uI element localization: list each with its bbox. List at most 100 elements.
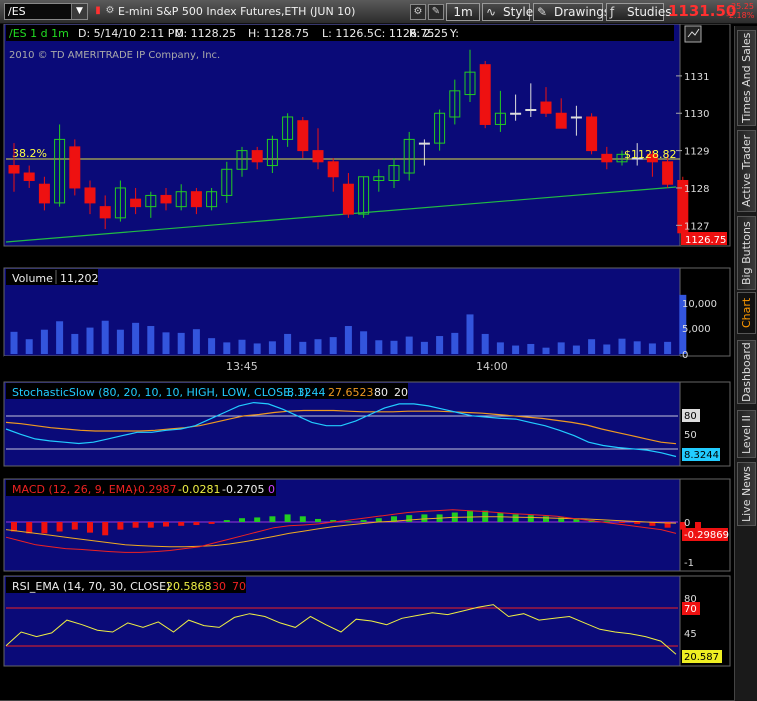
top-toolbar: /ES ▼ ▮ ⚙ E-mini S&P 500 Index Futures,E… [0, 0, 757, 24]
settings-icon[interactable]: ⚙ [104, 4, 116, 20]
volume-bar [162, 332, 170, 354]
candle-body [38, 183, 50, 204]
macd-tick-neg1: -1 [684, 558, 694, 569]
rsi-v2: 30 [212, 580, 226, 593]
change-pct: -2.18% [726, 11, 755, 20]
studies-button[interactable]: ƒ Studies [606, 3, 672, 21]
drawings-button[interactable]: ✎ Drawings [533, 3, 610, 21]
volume-bar [284, 333, 292, 354]
macd-hist-bar [315, 518, 321, 522]
macd-hist-bar [71, 522, 78, 530]
tab-chart[interactable]: Chart [737, 292, 756, 334]
rsi-tick-45: 45 [684, 629, 697, 640]
flag-icon[interactable]: ▮ [92, 4, 104, 20]
volume-bar [390, 340, 398, 354]
chevron-down-icon[interactable]: ▼ [71, 4, 87, 19]
price-panel: /ES 1 d 1m D: 5/14/10 2:11 PM O: 1128.25… [3, 24, 731, 247]
macd-hist-bar [269, 516, 276, 522]
macd-hist-bar [147, 522, 154, 528]
macd-v2: -0.0281 [178, 483, 220, 496]
volume-bar [208, 338, 216, 354]
tab-big-buttons[interactable]: Big Buttons [737, 216, 756, 290]
volume-bar [527, 343, 535, 354]
chart-settings-icon[interactable] [684, 25, 702, 43]
wrench-icon[interactable]: ✎ [428, 4, 444, 20]
sidebar: Times And Sales Active Trader Big Button… [734, 26, 757, 701]
change-abs: 25.25 [731, 2, 754, 11]
price-header-y: Y: [449, 27, 459, 40]
candle-body [160, 194, 172, 204]
macd-hist-bar [193, 522, 200, 526]
volume-bar [177, 332, 185, 354]
macd-hist-bar [345, 521, 352, 523]
candle-body [99, 206, 111, 219]
volume-bar [10, 331, 18, 354]
macd-hist-bar [284, 514, 291, 522]
vol-tick-0: 0 [682, 350, 688, 361]
volume-bar [56, 321, 64, 354]
drawings-label: Drawings [554, 5, 611, 19]
style-label: Style [503, 5, 534, 19]
volume-bar [101, 320, 109, 354]
macd-hist-bar [87, 522, 93, 533]
stoch-v2: 27.6523 [328, 386, 374, 399]
volume-bar [238, 339, 246, 354]
rsi-title: RSI_EMA (14, 70, 30, CLOSE) [12, 580, 170, 593]
candle-body [327, 161, 339, 178]
time-label-1400: 14:00 [476, 360, 508, 373]
link-icon[interactable]: ⚙ [410, 4, 426, 20]
volume-bar [344, 326, 352, 354]
chart-svg[interactable]: /ES 1 d 1m D: 5/14/10 2:11 PM O: 1128.25… [0, 24, 734, 701]
candle-body [570, 116, 582, 119]
candle-body [69, 146, 81, 189]
macd-hist-bar [26, 522, 33, 534]
tab-times-and-sales[interactable]: Times And Sales [737, 30, 756, 126]
price-tick-label: 1130 [684, 109, 709, 120]
symbol-selector[interactable]: /ES ▼ [4, 3, 88, 20]
volume-bar [86, 327, 94, 354]
price-tick-label: 1129 [684, 147, 709, 158]
macd-hist-bar [634, 522, 641, 524]
volume-bar [268, 341, 276, 354]
stochastic-panel: StochasticSlow (80, 20, 10, 10, HIGH, LO… [3, 381, 731, 467]
price-header-symbol: /ES 1 d 1m [9, 27, 69, 40]
candle-body [601, 153, 613, 163]
macd-panel: MACD (12, 26, 9, EMA) -0.2987 -0.0281 -0… [3, 478, 731, 572]
price-tick-label: 1128 [684, 184, 709, 195]
candle-body [130, 198, 142, 208]
tab-dashboard[interactable]: Dashboard [737, 340, 756, 404]
style-button[interactable]: ∿ Style [482, 3, 534, 21]
macd-hist-bar [117, 522, 124, 530]
macd-hist-bar [56, 522, 63, 532]
candle-body [540, 101, 552, 114]
volume-bar [116, 329, 124, 354]
macd-hist-bar [132, 522, 139, 528]
tab-live-news[interactable]: Live News [737, 462, 756, 526]
candle-body [510, 112, 522, 115]
macd-hist-bar [421, 514, 428, 522]
price-header-date: D: 5/14/10 2:11 PM [78, 27, 184, 40]
volume-bar [633, 341, 641, 354]
volume-bar [618, 338, 626, 354]
studies-label: Studies [627, 5, 672, 19]
timeframe-button[interactable]: 1m [446, 3, 480, 21]
chart-area[interactable]: /ES 1 d 1m D: 5/14/10 2:11 PM O: 1128.25… [0, 24, 734, 701]
vol-tick-5000: 5,000 [682, 324, 711, 335]
volume-bar [329, 337, 337, 354]
time-label-1345: 13:45 [226, 360, 258, 373]
pencil-icon: ✎ [537, 5, 548, 19]
candle-body [586, 116, 598, 152]
volume-panel: Volume 11,202 10,000 5,000 0 [3, 267, 731, 361]
tab-level-ii[interactable]: Level II [737, 410, 756, 458]
last-price-tag-text: 1126.75 [685, 235, 726, 246]
tab-active-trader[interactable]: Active Trader [737, 130, 756, 212]
macd-hist-bar [254, 517, 261, 522]
macd-hist-bar [239, 518, 245, 522]
fib-label: 38.2% [12, 147, 47, 160]
price-marker-label: $1128.82 [624, 148, 677, 161]
macd-v3: -0.2705 [222, 483, 264, 496]
instrument-title: E-mini S&P 500 Index Futures,ETH (JUN 10… [118, 5, 356, 18]
copyright-text: 2010 © TD AMERITRADE IP Company, Inc. [9, 50, 220, 61]
stoch-title: StochasticSlow (80, 20, 10, 10, HIGH, LO… [12, 386, 308, 399]
volume-bar [496, 342, 504, 354]
